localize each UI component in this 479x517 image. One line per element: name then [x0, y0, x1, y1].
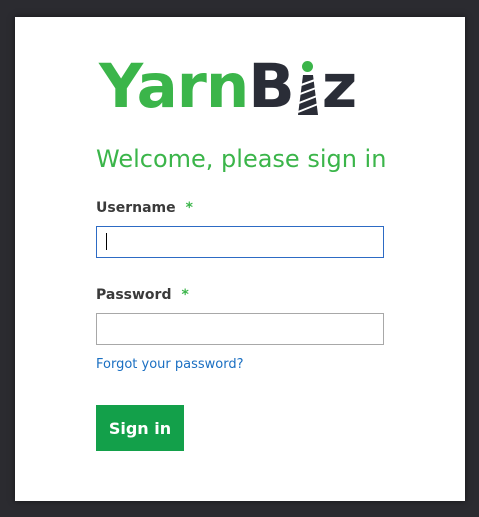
username-label: Username *	[96, 200, 193, 216]
yarnbiz-logo: Yarn B z	[99, 51, 358, 122]
page-title: Welcome, please sign in	[96, 145, 387, 173]
username-input[interactable]	[96, 226, 384, 258]
required-marker: *	[185, 200, 193, 216]
password-label-text: Password	[96, 287, 172, 303]
required-marker: *	[181, 287, 189, 303]
password-label: Password *	[96, 287, 189, 303]
text-caret	[106, 233, 107, 250]
logo-text-yarn: Yarn	[99, 51, 249, 122]
forgot-password-link[interactable]: Forgot your password?	[96, 357, 244, 372]
logo-text-z: z	[321, 51, 358, 122]
sign-in-button[interactable]: Sign in	[96, 405, 184, 451]
password-input[interactable]	[96, 313, 384, 345]
login-card: Yarn B z Welcome, please sign in Usernam…	[15, 17, 465, 501]
logo-text-b: B	[248, 51, 294, 122]
logo-yarn-spool-icon	[296, 57, 320, 117]
username-label-text: Username	[96, 200, 176, 216]
